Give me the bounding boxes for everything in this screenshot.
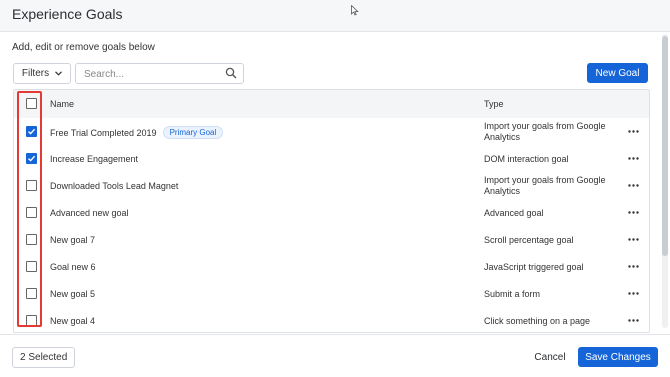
- scrollbar[interactable]: [662, 34, 668, 328]
- filters-label: Filters: [21, 68, 50, 79]
- table-row[interactable]: Increase Engagement DOM interaction goal: [14, 145, 649, 173]
- goal-name: Advanced new goal: [50, 208, 129, 218]
- checkbox-column-highlight: [17, 91, 42, 327]
- more-options-icon[interactable]: [628, 292, 639, 295]
- table-row[interactable]: New goal 5 Submit a form: [14, 280, 649, 308]
- table-row[interactable]: Goal new 6 JavaScript triggered goal: [14, 253, 649, 281]
- dialog-title: Experience Goals: [12, 6, 123, 22]
- goal-type: Advanced goal: [484, 208, 544, 218]
- table-header: Name Type: [14, 90, 649, 119]
- goal-type: Submit a form: [484, 289, 541, 299]
- more-options-icon[interactable]: [628, 211, 639, 214]
- new-goal-button[interactable]: New Goal: [587, 63, 648, 83]
- goal-name: Free Trial Completed 2019 Primary Goal: [50, 126, 224, 140]
- more-options-icon[interactable]: [628, 319, 639, 322]
- search-input[interactable]: [82, 66, 216, 82]
- cancel-button[interactable]: Cancel: [526, 347, 574, 367]
- primary-goal-badge: Primary Goal: [162, 126, 224, 139]
- selected-count-badge[interactable]: 2 Selected: [12, 347, 76, 368]
- more-options-icon[interactable]: [628, 130, 639, 133]
- goals-table: Name Type Free Trial Completed 2019 Prima…: [13, 89, 650, 333]
- chevron-down-icon: [55, 71, 63, 76]
- goal-name: Downloaded Tools Lead Magnet: [50, 181, 179, 191]
- goal-type: Import your goals from Google Analytics: [484, 175, 606, 196]
- search-icon[interactable]: [225, 67, 237, 79]
- scrollbar-thumb[interactable]: [662, 36, 668, 256]
- goal-type: JavaScript triggered goal: [484, 262, 584, 272]
- goal-type: DOM interaction goal: [484, 154, 569, 164]
- more-options-icon[interactable]: [628, 184, 639, 187]
- goal-name: New goal 5: [50, 289, 96, 299]
- table-row[interactable]: New goal 7 Scroll percentage goal: [14, 226, 649, 254]
- table-row[interactable]: Advanced new goal Advanced goal: [14, 199, 649, 227]
- dialog-subtitle: Add, edit or remove goals below: [12, 42, 155, 53]
- search-field[interactable]: [75, 63, 244, 84]
- goal-type: Scroll percentage goal: [484, 235, 574, 245]
- mouse-cursor-icon: [351, 5, 359, 16]
- goal-name: Goal new 6: [50, 262, 96, 272]
- goal-name: Increase Engagement: [50, 154, 139, 164]
- table-row[interactable]: New goal 4 Click something on a page: [14, 307, 649, 332]
- dialog-footer: 2 Selected Cancel Save Changes: [0, 334, 670, 377]
- table-row[interactable]: Downloaded Tools Lead Magnet Import your…: [14, 172, 649, 200]
- more-options-icon[interactable]: [628, 157, 639, 160]
- more-options-icon[interactable]: [628, 265, 639, 268]
- column-header-name: Name: [50, 99, 75, 109]
- save-changes-button[interactable]: Save Changes: [578, 347, 658, 367]
- column-header-type: Type: [484, 99, 504, 109]
- dialog-header: Experience Goals: [0, 0, 670, 32]
- more-options-icon[interactable]: [628, 238, 639, 241]
- table-row[interactable]: Free Trial Completed 2019 Primary Goal Im…: [14, 118, 649, 146]
- goal-type: Import your goals from Google Analytics: [484, 121, 606, 142]
- filters-button[interactable]: Filters: [13, 63, 71, 84]
- goal-name: New goal 4: [50, 316, 96, 326]
- goal-type: Click something on a page: [484, 316, 591, 326]
- goal-name: New goal 7: [50, 235, 96, 245]
